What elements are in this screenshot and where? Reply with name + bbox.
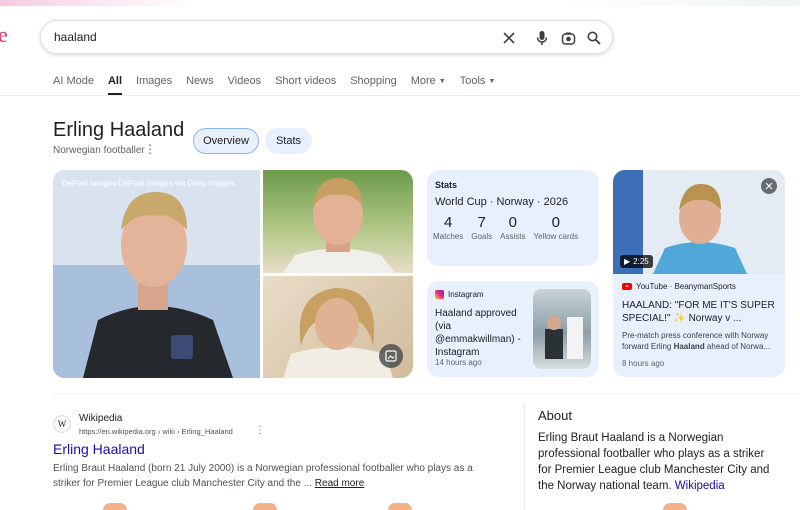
player-smiling-illustration (283, 178, 395, 273)
lens-camera-icon[interactable] (559, 29, 577, 47)
youtube-thumbnail[interactable]: ▶ 2:25 (613, 170, 785, 274)
result-snippet-text: Erling Braut Haaland (born 21 July 2000)… (53, 463, 473, 489)
desc-text-end: ahead of Norwa... (704, 342, 771, 351)
stat-yellow-cards: 0 Yellow cards (533, 213, 578, 241)
player-photo-main[interactable]: DeFodi Images/DeFodi Images via Getty Im… (53, 170, 260, 378)
image-credit: DeFodi Images/DeFodi Images via Getty Im… (62, 179, 235, 188)
chip-stats[interactable]: Stats (265, 128, 312, 154)
entity-subtitle: Norwegian footballer (53, 145, 145, 156)
tab-more-label: More (410, 75, 436, 87)
youtube-video-title[interactable]: HAALAND: "FOR ME IT'S SUPER SPECIAL!" ✨ … (622, 299, 778, 325)
google-logo-fragment[interactable]: e (0, 22, 8, 48)
instagram-icon (435, 290, 444, 299)
about-wikipedia-link[interactable]: Wikipedia (675, 480, 725, 492)
stat-caption: Yellow cards (533, 232, 579, 241)
tab-all[interactable]: All (107, 75, 123, 97)
result-site-name[interactable]: Wikipedia (79, 413, 122, 424)
stat-value: 4 (443, 214, 453, 231)
microphone-icon[interactable] (533, 29, 551, 47)
instagram-card[interactable]: Instagram Haaland approved (via @emmakwi… (427, 281, 599, 377)
entity-title: Erling Haaland (53, 119, 185, 141)
cutoff-content-row (53, 503, 800, 510)
instagram-source: Instagram (435, 290, 484, 299)
stat-caption: Assists (500, 232, 526, 241)
instagram-post-time: 14 hours ago (435, 358, 482, 367)
stat-value: 7 (477, 214, 486, 231)
chip-overview[interactable]: Overview (193, 128, 259, 154)
stats-card-subtitle: World Cup · Norway · 2026 (435, 196, 569, 208)
stats-card-label: Stats (435, 180, 458, 190)
player-photo-bottom-right[interactable] (263, 276, 413, 378)
instagram-post-text: Haaland approved (via @emmakwillman) - I… (435, 308, 521, 358)
video-expand-icon[interactable] (761, 178, 777, 194)
video-duration: ▶ 2:25 (620, 255, 653, 268)
cutoff-image-fragment (663, 503, 687, 510)
read-more-link[interactable]: Read more (315, 478, 364, 489)
tab-shopping[interactable]: Shopping (350, 75, 397, 97)
tab-tools[interactable]: Tools ▼ (460, 75, 496, 97)
about-text: Erling Braut Haaland is a Norwegian prof… (538, 432, 770, 492)
youtube-icon (622, 283, 632, 290)
play-icon: ▶ (624, 257, 631, 266)
section-divider (53, 393, 800, 394)
tabs-divider (0, 95, 800, 96)
stats-card[interactable]: Stats World Cup · Norway · 2026 4 Matche… (427, 170, 599, 266)
stat-goals: 7 Goals (471, 213, 492, 241)
result-url[interactable]: https://en.wikipedia.org › wiki › Erling… (79, 427, 233, 436)
desc-bold: Haaland (673, 342, 705, 351)
search-tabs: AI Mode All Images News Videos Short vid… (53, 75, 509, 97)
tab-ai-mode[interactable]: AI Mode (53, 75, 94, 97)
page-top-gradient (0, 0, 800, 6)
tab-short-videos[interactable]: Short videos (275, 75, 336, 97)
player-portrait-illustration (53, 170, 260, 378)
tab-videos[interactable]: Videos (228, 75, 261, 97)
search-input[interactable]: haaland (54, 30, 97, 44)
cutoff-image-fragment (103, 503, 127, 510)
clear-icon[interactable] (500, 29, 518, 47)
column-divider (524, 404, 525, 510)
stat-matches: 4 Matches (433, 213, 463, 241)
cutoff-image-fragment (253, 503, 277, 510)
stat-value: 0 (551, 214, 560, 231)
youtube-video-time: 8 hours ago (622, 359, 665, 368)
instagram-source-label: Instagram (448, 290, 484, 299)
youtube-card[interactable]: ▶ 2:25 YouTube · BeanymanSports HAALAND:… (613, 170, 785, 377)
stat-assists: 0 Assists (500, 213, 525, 241)
cutoff-image-fragment (388, 503, 412, 510)
stat-value: 0 (508, 214, 517, 231)
youtube-source-label: YouTube · BeanymanSports (636, 282, 736, 291)
stat-caption: Matches (433, 232, 464, 241)
about-description: Erling Braut Haaland is a Norwegian prof… (538, 430, 778, 494)
tab-images[interactable]: Images (136, 75, 172, 97)
instagram-thumbnail (533, 289, 591, 369)
entity-more-icon[interactable]: ⋮ (144, 142, 156, 156)
wikipedia-favicon: W (53, 415, 71, 433)
search-box[interactable]: haaland (40, 20, 613, 54)
tab-news[interactable]: News (186, 75, 214, 97)
video-duration-label: 2:25 (633, 257, 649, 266)
tab-tools-label: Tools (459, 75, 486, 87)
instagram-thumbnail-illustration (545, 316, 583, 359)
player-photo-top-right[interactable] (263, 170, 413, 273)
result-snippet: Erling Braut Haaland (born 21 July 2000)… (53, 461, 498, 491)
stats-values: 4 Matches 7 Goals 0 Assists 0 Yellow car… (433, 213, 593, 241)
youtube-video-description: Pre-match press conference with Norway f… (622, 330, 782, 352)
chevron-down-icon: ▼ (438, 78, 446, 85)
tab-more[interactable]: More ▼ (411, 75, 446, 97)
chevron-down-icon: ▼ (488, 78, 496, 85)
search-icon[interactable] (585, 29, 603, 47)
stat-caption: Goals (471, 232, 493, 241)
image-gallery-icon[interactable] (379, 344, 403, 368)
result-more-icon[interactable]: ⋮ (255, 425, 265, 436)
youtube-source: YouTube · BeanymanSports (622, 282, 736, 291)
about-heading: About (538, 408, 572, 423)
result-title-link[interactable]: Erling Haaland (53, 441, 145, 457)
